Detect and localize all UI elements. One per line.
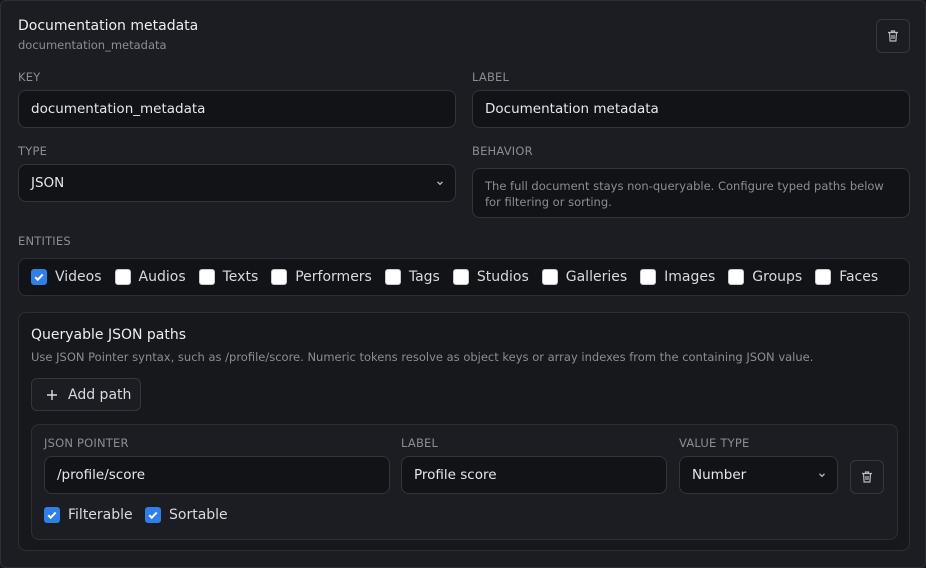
field-title: Documentation metadata	[18, 18, 199, 34]
pointer-input[interactable]: /profile/score	[44, 456, 390, 494]
trash-icon	[888, 30, 898, 42]
value-type-select[interactable]: Number	[679, 456, 838, 494]
key-label: KEY	[18, 70, 41, 84]
entity-checkbox[interactable]	[31, 269, 47, 285]
entity-checkbox[interactable]	[114, 269, 131, 285]
entity-performers[interactable]: Performers	[271, 269, 372, 285]
type-value: JSON	[31, 175, 65, 191]
add-path-button[interactable]: Add path	[31, 378, 141, 411]
plus-icon	[47, 389, 57, 400]
entity-texts[interactable]: Texts	[198, 269, 259, 285]
entity-checkbox[interactable]	[728, 269, 745, 285]
sortable-option[interactable]: Sortable	[145, 507, 228, 523]
label-label: LABEL	[472, 70, 510, 84]
entity-label: Tags	[408, 269, 440, 285]
entity-studios[interactable]: Studios	[452, 269, 529, 285]
behavior-label: BEHAVIOR	[472, 144, 533, 158]
value-type-label: VALUE TYPE	[679, 436, 750, 450]
entity-label: Faces	[839, 269, 879, 285]
behavior-note: The full document stays non-queryable. C…	[472, 168, 910, 218]
entity-checkbox[interactable]	[640, 269, 657, 285]
check-icon	[47, 511, 57, 520]
entity-checkbox[interactable]	[815, 269, 832, 285]
delete-path-button[interactable]	[850, 460, 884, 494]
path-label-label: LABEL	[401, 436, 439, 450]
entity-groups[interactable]: Groups	[728, 269, 802, 285]
field-subtitle: documentation_metadata	[18, 38, 167, 52]
entity-videos[interactable]: Videos	[31, 269, 102, 285]
path-label-input[interactable]: Profile score	[401, 456, 667, 494]
entity-label: Galleries	[565, 269, 628, 285]
label-input[interactable]: Documentation metadata	[472, 90, 910, 128]
chevron-down-icon	[819, 473, 825, 478]
entity-faces[interactable]: Faces	[815, 269, 878, 285]
filterable-option[interactable]: Filterable	[44, 507, 133, 523]
type-label: TYPE	[18, 144, 48, 158]
paths-description: Use JSON Pointer syntax, such as /profil…	[31, 350, 814, 364]
entity-label: Audios	[138, 269, 186, 285]
entity-label: Texts	[222, 269, 259, 285]
sortable-checkbox[interactable]	[145, 507, 161, 523]
type-select[interactable]: JSON	[18, 164, 456, 202]
check-icon	[148, 511, 158, 520]
json-paths-panel: Queryable JSON paths Use JSON Pointer sy…	[18, 312, 910, 551]
entity-label: Studios	[476, 269, 529, 285]
trash-icon	[862, 471, 872, 483]
pointer-label: JSON POINTER	[44, 436, 129, 450]
entity-checkbox[interactable]	[452, 269, 469, 285]
filterable-label: Filterable	[68, 507, 133, 523]
entity-label: Performers	[295, 269, 372, 285]
delete-field-button[interactable]	[876, 19, 910, 53]
entity-label: Images	[664, 269, 716, 285]
check-icon	[34, 273, 44, 282]
entity-checkbox[interactable]	[384, 269, 401, 285]
entities-label: ENTITIES	[18, 234, 71, 248]
filterable-checkbox[interactable]	[44, 507, 60, 523]
key-value: documentation_metadata	[31, 101, 206, 117]
sortable-label: Sortable	[169, 507, 228, 523]
entity-checkbox[interactable]	[198, 269, 215, 285]
field-card: Documentation metadata documentation_met…	[0, 0, 926, 568]
entity-checkbox[interactable]	[271, 269, 288, 285]
paths-title: Queryable JSON paths	[31, 327, 187, 343]
chevron-down-icon	[437, 181, 443, 186]
entity-tags[interactable]: Tags	[384, 269, 440, 285]
add-path-label: Add path	[68, 386, 132, 403]
path-label-value: Profile score	[414, 467, 497, 483]
entity-audios[interactable]: Audios	[114, 269, 186, 285]
entity-images[interactable]: Images	[640, 269, 715, 285]
entity-checkbox[interactable]	[541, 269, 558, 285]
entity-galleries[interactable]: Galleries	[541, 269, 628, 285]
entities-group: Videos Audios Texts Performers Tags Stud…	[18, 258, 910, 296]
pointer-value: /profile/score	[57, 467, 146, 483]
json-path-row: JSON POINTER /profile/score LABEL Profil…	[31, 424, 898, 540]
label-value: Documentation metadata	[485, 101, 659, 117]
key-input[interactable]: documentation_metadata	[18, 90, 456, 128]
value-type-value: Number	[692, 467, 747, 483]
entity-label: Videos	[55, 269, 102, 285]
entity-label: Groups	[752, 269, 803, 285]
